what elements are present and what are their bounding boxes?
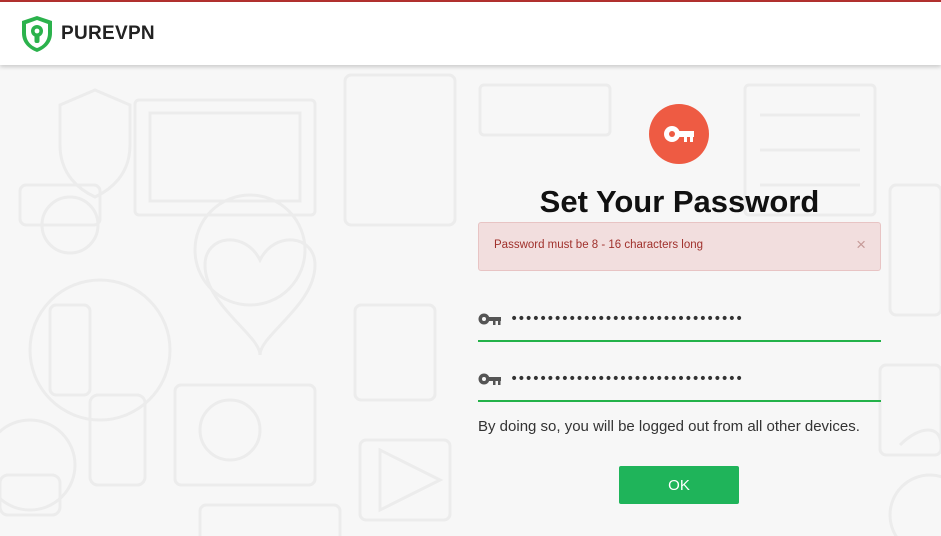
key-icon <box>478 373 501 385</box>
brand-name: PUREVPN <box>61 23 155 44</box>
set-password-panel: Set Your Password Password must be 8 - 1… <box>478 104 881 524</box>
purevpn-shield-logo-icon <box>20 15 54 53</box>
password-field <box>478 302 881 342</box>
page-title: Set Your Password <box>539 184 820 219</box>
alert-message: Password must be 8 - 16 characters long <box>494 239 704 251</box>
key-icon <box>664 126 694 142</box>
ok-button[interactable]: OK <box>619 466 739 504</box>
error-alert: Password must be 8 - 16 characters long … <box>478 222 881 271</box>
key-icon <box>478 313 501 325</box>
app-header: PUREVPN <box>0 2 941 65</box>
key-badge <box>649 104 709 164</box>
alert-close-icon[interactable]: × <box>856 235 866 255</box>
confirm-password-input[interactable] <box>510 366 870 392</box>
password-input[interactable] <box>510 306 870 332</box>
confirm-password-field <box>478 362 881 402</box>
logout-notice: By doing so, you will be logged out from… <box>478 418 860 435</box>
